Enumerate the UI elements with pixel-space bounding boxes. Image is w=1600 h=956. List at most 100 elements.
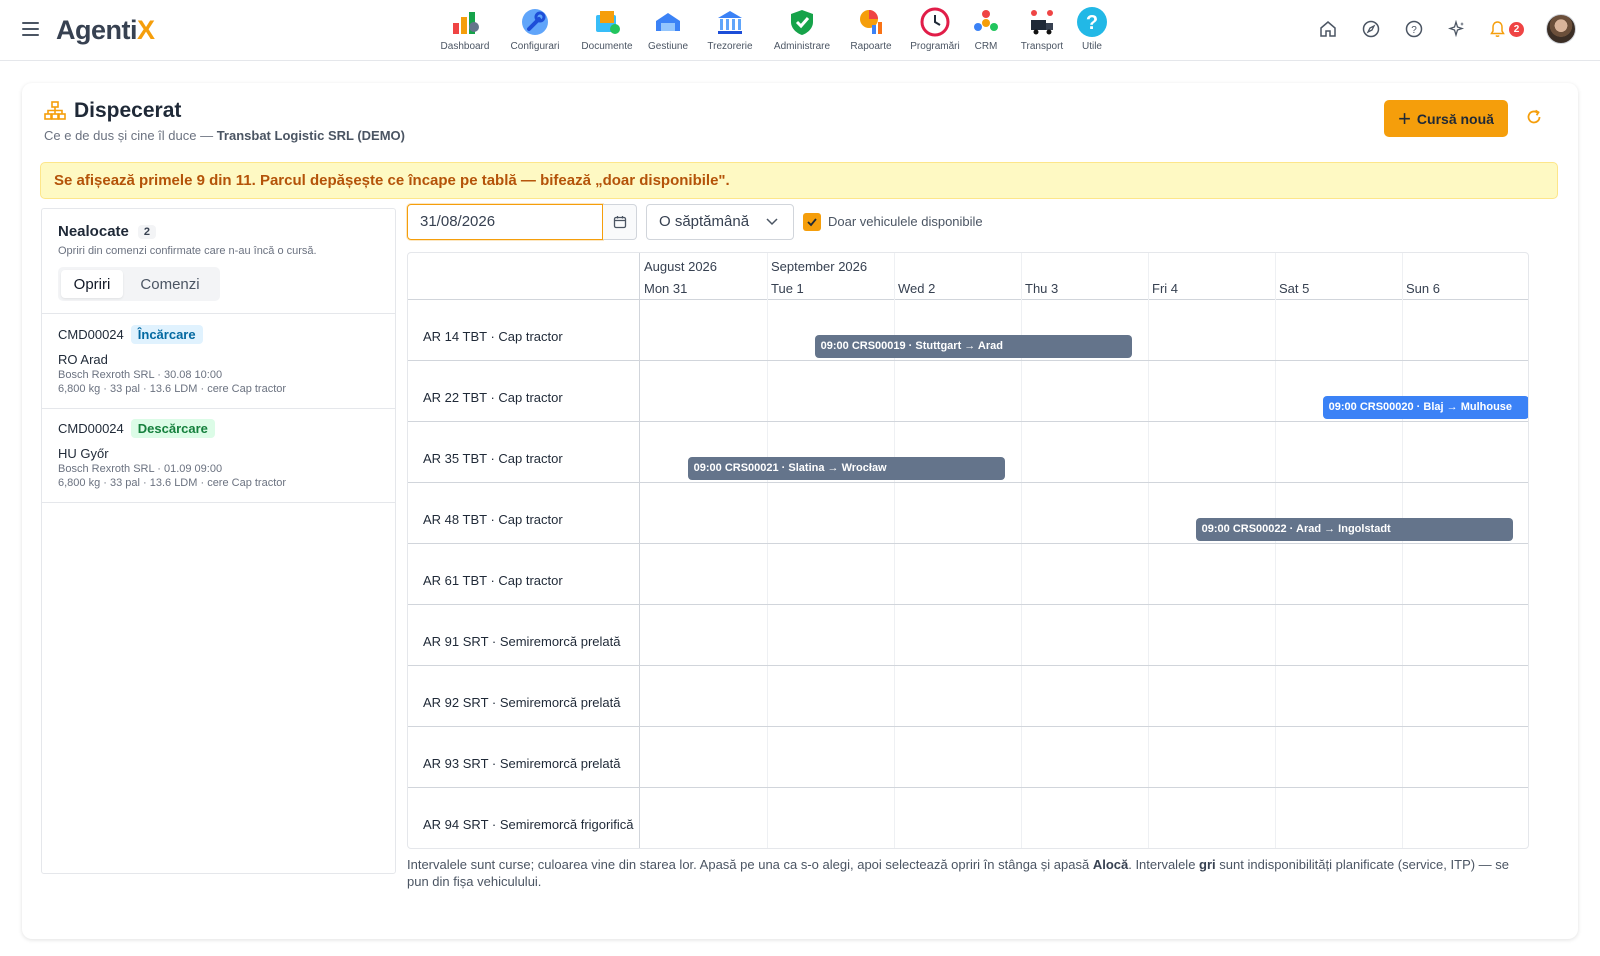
vehicle-label: AR 93 SRT · Semiremorcă prelată bbox=[423, 756, 621, 771]
new-trip-button[interactable]: + Cursă nouă bbox=[1384, 100, 1508, 137]
documents-icon bbox=[591, 6, 623, 38]
vehicle-label: AR 92 SRT · Semiremorcă prelată bbox=[423, 695, 621, 710]
module-gestiune[interactable]: Gestiune bbox=[646, 6, 690, 52]
module-dashboard[interactable]: Dashboard bbox=[440, 6, 490, 52]
chevron-down-icon bbox=[766, 218, 778, 226]
order-code: CMD00024 bbox=[58, 327, 124, 342]
module-transport[interactable]: Transport bbox=[1020, 6, 1064, 52]
warehouse-icon bbox=[652, 6, 684, 38]
calendar-icon bbox=[613, 216, 626, 229]
available-only-checkbox[interactable] bbox=[803, 213, 821, 231]
dispatch-card: Dispecerat Ce e de dus și cine îl duce —… bbox=[22, 83, 1578, 939]
vehicle-row[interactable]: AR 91 SRT · Semiremorcă prelată bbox=[408, 605, 1528, 666]
module-trezorerie[interactable]: Trezorerie bbox=[707, 6, 753, 52]
vehicle-row[interactable]: AR 94 SRT · Semiremorcă frigorifică bbox=[408, 788, 1528, 848]
vehicle-label: AR 22 TBT · Cap tractor bbox=[423, 390, 563, 405]
app-logo[interactable]: AgentiX bbox=[56, 15, 155, 46]
home-icon[interactable] bbox=[1317, 18, 1339, 40]
module-configurari[interactable]: Configurari bbox=[509, 6, 561, 52]
vehicle-label: AR 91 SRT · Semiremorcă prelată bbox=[423, 634, 621, 649]
stop-type-badge: Descărcare bbox=[130, 419, 215, 438]
plus-icon: + bbox=[1398, 105, 1411, 131]
menu-icon[interactable] bbox=[22, 22, 39, 36]
notifications-button[interactable]: 2 bbox=[1489, 20, 1524, 38]
unassigned-header: Nealocate 2 bbox=[58, 223, 156, 240]
dispatch-timeline: Mon 31 Tue 1 Wed 2 Thu 3 Fri 4 Sat 5 Sun 6 Augu… bbox=[407, 252, 1529, 849]
compass-icon[interactable] bbox=[1360, 18, 1382, 40]
list-item[interactable]: CMD00024 Descărcare HU Győr Bosch Rexrot… bbox=[58, 419, 378, 489]
header-actions: ? 2 bbox=[1296, 14, 1576, 44]
module-utile[interactable]: ? Utile bbox=[1075, 6, 1109, 52]
clock-icon bbox=[919, 6, 951, 38]
stop-load-details: 6,800 kg · 33 pal · 13.6 LDM · cere Cap … bbox=[58, 477, 287, 489]
help-icon: ? bbox=[1076, 6, 1108, 38]
month-label: August 2026 bbox=[644, 259, 718, 274]
truck-icon bbox=[1026, 6, 1058, 38]
stop-load-details: 6,800 kg · 33 pal · 13.6 LDM · cere Cap … bbox=[58, 383, 287, 395]
trip-bar[interactable]: 09:00 CRS00020 · Blaj → Mulhouse bbox=[1322, 396, 1528, 419]
hierarchy-icon bbox=[44, 101, 66, 120]
list-item[interactable]: CMD00024 Încărcare RO Arad Bosch Rexroth… bbox=[58, 325, 378, 395]
help-circle-icon[interactable]: ? bbox=[1403, 18, 1425, 40]
module-documente[interactable]: Documente bbox=[580, 6, 634, 52]
crm-icon bbox=[970, 6, 1002, 38]
vehicle-label: AR 61 TBT · Cap tractor bbox=[423, 573, 563, 588]
sparkle-icon[interactable] bbox=[1446, 18, 1468, 40]
svg-text:?: ? bbox=[1411, 25, 1417, 36]
module-nav: Dashboard Configurari Documente Gestiune… bbox=[440, 6, 1109, 52]
vehicle-label: AR 48 TBT · Cap tractor bbox=[423, 512, 563, 527]
day-label: Thu 3 bbox=[1025, 281, 1059, 296]
check-icon bbox=[807, 218, 817, 227]
stop-client-time: Bosch Rexroth SRL · 30.08 10:00 bbox=[58, 369, 223, 381]
stop-type-badge: Încărcare bbox=[130, 325, 203, 344]
tab-comenzi[interactable]: Comenzi bbox=[123, 270, 217, 298]
unassigned-view-toggle: Opriri Comenzi bbox=[58, 267, 220, 301]
dashboard-icon bbox=[449, 6, 481, 38]
vehicle-label: AR 94 SRT · Semiremorcă frigorifică bbox=[423, 817, 634, 832]
reports-icon bbox=[855, 6, 887, 38]
unassigned-subtitle: Opriri din comenzi confirmate care n-au … bbox=[58, 245, 317, 257]
trip-bar[interactable]: 09:00 CRS00022 · Arad → Ingolstadt bbox=[1195, 518, 1514, 541]
month-label: September 2026 bbox=[771, 259, 868, 274]
notifications-count-badge: 2 bbox=[1509, 21, 1524, 37]
stop-place: RO Arad bbox=[58, 352, 108, 367]
bell-icon bbox=[1490, 21, 1505, 37]
vehicle-label: AR 14 TBT · Cap tractor bbox=[423, 329, 563, 344]
day-label: Sat 5 bbox=[1279, 281, 1310, 296]
day-label: Fri 4 bbox=[1152, 281, 1178, 296]
day-label: Mon 31 bbox=[644, 281, 688, 296]
svg-text:?: ? bbox=[1086, 12, 1098, 34]
day-label: Wed 2 bbox=[898, 281, 936, 296]
calendar-button[interactable] bbox=[603, 204, 637, 240]
page-title: Dispecerat bbox=[74, 99, 182, 122]
wrench-icon bbox=[519, 6, 551, 38]
timeline-header bbox=[408, 253, 1528, 300]
module-crm[interactable]: CRM bbox=[970, 6, 1002, 52]
module-administrare[interactable]: Administrare bbox=[772, 6, 832, 52]
vehicle-row[interactable]: AR 61 TBT · Cap tractor bbox=[408, 544, 1528, 605]
trip-bar[interactable]: 09:00 CRS00021 · Slatina → Wrocław bbox=[687, 457, 1006, 480]
company-name: Transbat Logistic SRL (DEMO) bbox=[216, 128, 405, 143]
range-select[interactable]: O săptămână bbox=[646, 204, 794, 240]
module-programari[interactable]: Programări bbox=[910, 6, 960, 52]
unassigned-title: Nealocate bbox=[58, 223, 129, 240]
date-input[interactable]: 31/08/2026 bbox=[407, 204, 603, 240]
avatar[interactable] bbox=[1546, 14, 1576, 44]
vehicle-row[interactable]: AR 92 SRT · Semiremorcă prelată bbox=[408, 666, 1528, 727]
available-only-label[interactable]: Doar vehiculele disponibile bbox=[828, 214, 983, 229]
vehicle-row[interactable]: AR 93 SRT · Semiremorcă prelată bbox=[408, 727, 1528, 788]
warning-banner: Se afișează primele 9 din 11. Parcul dep… bbox=[40, 162, 1558, 199]
trip-bar[interactable]: 09:00 CRS00019 · Stuttgart → Arad bbox=[814, 335, 1133, 358]
day-label: Sun 6 bbox=[1406, 281, 1440, 296]
day-label: Tue 1 bbox=[771, 281, 804, 296]
page-header: Dispecerat bbox=[44, 99, 181, 123]
refresh-icon[interactable] bbox=[1524, 107, 1544, 127]
stop-client-time: Bosch Rexroth SRL · 01.09 09:00 bbox=[58, 463, 223, 475]
module-rapoarte[interactable]: Rapoarte bbox=[849, 6, 893, 52]
tab-opriri[interactable]: Opriri bbox=[61, 270, 123, 298]
vehicle-label: AR 35 TBT · Cap tractor bbox=[423, 451, 563, 466]
order-code: CMD00024 bbox=[58, 421, 124, 436]
timeline-footnote: Intervalele sunt curse; culoarea vine di… bbox=[407, 857, 1510, 889]
page-subtitle: Ce e de dus și cine îl duce — Transbat L… bbox=[44, 128, 405, 143]
unassigned-count-badge: 2 bbox=[137, 224, 156, 239]
